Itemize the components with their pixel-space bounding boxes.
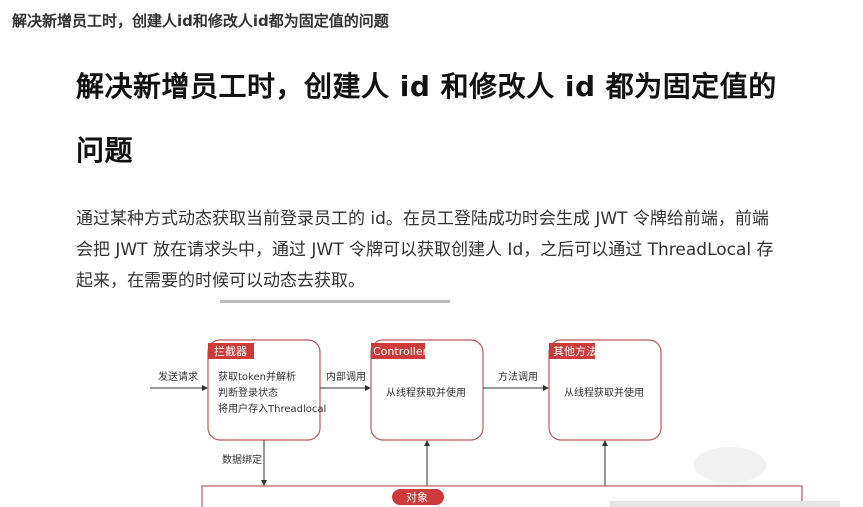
other-method-line: 从线程获取并使用 (564, 386, 644, 399)
start-label: 发送请求 (158, 370, 198, 383)
faint-caption (220, 300, 450, 303)
edge-inner-call-arrow (365, 385, 371, 391)
bottom-tag-label: 对象 (406, 490, 428, 504)
edge-method-call-arrow (543, 385, 549, 391)
watermark-logo (694, 447, 766, 483)
edge-data-bind-arrow (261, 480, 267, 486)
interceptor-line-1: 获取token并解析 (218, 370, 296, 383)
edge-method-call-label: 方法调用 (498, 370, 538, 383)
edge-data-bind-label: 数据绑定 (222, 453, 262, 466)
controller-tag-label: Controller (373, 345, 428, 358)
article-heading: 解决新增员工时，创建人 id 和修改人 id 都为固定值的问题 (76, 70, 777, 167)
interceptor-line-2: 判断登录状态 (218, 386, 278, 399)
interceptor-line-3: 将用户存入Threadlocal (218, 402, 326, 415)
controller-line: 从线程获取并使用 (386, 386, 466, 399)
edge-request-arrow (202, 385, 208, 391)
article-paragraph: 通过某种方式动态获取当前登录员工的 id。在员工登陆成功时会生成 JWT 令牌给… (76, 209, 774, 291)
edge-up-controller-arrow (424, 440, 430, 446)
interceptor-tag-label: 拦截器 (214, 344, 247, 358)
edge-up-other-arrow (602, 440, 608, 446)
other-method-tag-label: 其他方法 (553, 344, 597, 358)
flow-diagram: 发送请求 拦截器 获取token并解析 判断登录状态 将用户存入Threadlo… (150, 300, 840, 507)
edge-inner-call-label: 内部调用 (326, 370, 366, 383)
page-title: 解决新增员工时，创建人id和修改人id都为固定值的问题 (12, 12, 389, 30)
watermark-strip (610, 501, 840, 507)
